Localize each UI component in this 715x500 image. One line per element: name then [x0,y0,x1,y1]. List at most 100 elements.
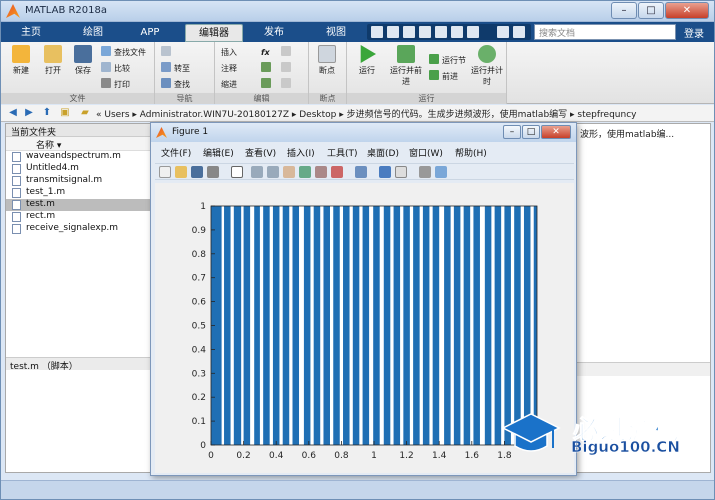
close-button[interactable]: ✕ [665,2,709,19]
tab-editor[interactable]: 编辑器 [185,24,243,42]
breadcrumb[interactable]: « Users ▸ Administrator.WIN7U-20180127Z … [96,107,686,120]
fx-button[interactable]: fx [261,46,270,59]
file-list-item[interactable]: test.m [6,199,152,211]
dropdown-icon[interactable] [513,26,525,38]
bar [383,206,391,445]
save-icon[interactable] [371,26,383,38]
undo-icon[interactable] [435,26,447,38]
compare-button[interactable]: 比较 [101,62,130,75]
figure-close-button[interactable]: ✕ [541,125,571,139]
find-button[interactable]: 查找 [161,78,190,91]
run-button[interactable]: 运行 [351,45,383,76]
help-icon[interactable] [497,26,509,38]
outdent-button[interactable] [281,78,294,91]
indent-toggle-button[interactable] [261,78,274,91]
open-icon[interactable] [175,166,187,178]
paste-icon[interactable] [419,26,431,38]
menu-window[interactable]: 窗口(W) [409,146,443,159]
current-folder-panel: 当前文件夹 名称 ▾ waveandspectrum.m Untitled4.m t… [5,123,153,473]
search-input[interactable]: 搜索文档 [534,24,676,40]
figure-minimize-button[interactable]: – [503,125,521,139]
link-icon[interactable] [355,166,367,178]
menu-file[interactable]: 文件(F) [161,146,191,159]
y-tick-label: 0.9 [192,226,207,236]
menu-help[interactable]: 帮助(H) [455,146,487,159]
new-figure-icon[interactable] [159,166,171,178]
breakpoints-button[interactable]: 断点 [311,45,343,76]
redo-icon[interactable] [451,26,463,38]
column-header-name[interactable]: 名称 ▾ [6,137,152,151]
m-file-icon [12,152,21,162]
x-tick-label: 1 [371,451,377,461]
menu-view[interactable]: 查看(V) [245,146,276,159]
bar [432,206,440,445]
rotate-icon[interactable] [299,166,311,178]
forward-arrow-icon[interactable]: ▶ [23,107,35,119]
run-section-button[interactable]: 运行节 [429,54,466,67]
tab-apps[interactable]: APP [128,24,172,42]
title-bar: MATLAB R2018a – □ ✕ [1,1,714,22]
new-button[interactable]: 新建 [5,45,37,76]
print-button[interactable]: 打印 [101,78,130,91]
hide-plot-tools-icon[interactable] [419,166,431,178]
tab-plots[interactable]: 绘图 [71,24,115,42]
find-files-icon [101,46,111,56]
ribbon-group-navigate: 转至 查找 导航 [155,42,215,104]
print-icon[interactable] [207,166,219,178]
figure-toolbar [155,163,574,180]
run-advance-icon [397,45,415,63]
matlab-window: MATLAB R2018a – □ ✕ 主页 绘图 APP 编辑器 发布 视图 … [0,0,715,500]
pointer-icon[interactable] [231,166,243,178]
back-forward-button[interactable] [161,46,174,59]
menu-edit[interactable]: 编辑(E) [203,146,234,159]
pan-icon[interactable] [283,166,295,178]
open-button[interactable]: 打开 [37,45,69,76]
menu-desktop[interactable]: 桌面(D) [367,146,399,159]
goto-button[interactable]: 转至 [161,62,190,75]
file-list-item[interactable]: transmitsignal.m [6,175,152,187]
save-button[interactable]: 保存 [67,45,99,76]
up-folder-icon[interactable]: ⬆ [41,107,53,119]
find-files-button[interactable]: 查找文件 [101,46,146,59]
switch-windows-icon[interactable] [467,26,479,38]
copy-icon[interactable] [403,26,415,38]
editor-tab-text: 波形，使用matlab编... [580,130,675,140]
login-button[interactable]: 登录 [680,25,708,40]
wrap-button[interactable] [281,62,294,75]
zoom-out-icon[interactable] [267,166,279,178]
back-arrow-icon[interactable]: ◀ [7,107,19,119]
advance-button[interactable]: 前进 [429,70,458,83]
show-plot-tools-icon[interactable] [435,166,447,178]
data-cursor-icon[interactable] [315,166,327,178]
file-list-item[interactable]: waveandspectrum.m [6,151,152,163]
menu-insert[interactable]: 插入(I) [287,146,315,159]
brush-icon[interactable] [331,166,343,178]
browse-folder-icon[interactable]: ▣ [59,107,71,119]
comment-button[interactable]: 注释 [221,62,237,75]
group-label-breakpoints: 断点 [309,93,346,104]
insert-button[interactable]: 插入 [221,46,237,59]
colorbar-icon[interactable] [379,166,391,178]
file-list-item[interactable]: rect.m [6,211,152,223]
figure-maximize-button[interactable]: □ [522,125,540,139]
maximize-button[interactable]: □ [638,2,664,19]
tab-publish[interactable]: 发布 [252,24,296,42]
run-and-time-button[interactable]: 运行并计时 [469,45,505,87]
file-name: receive_signalexp.m [26,223,119,233]
menu-tools[interactable]: 工具(T) [327,146,358,159]
cut-icon[interactable] [387,26,399,38]
zoom-in-icon[interactable] [251,166,263,178]
legend-icon[interactable] [395,166,407,178]
tab-view[interactable]: 视图 [314,24,358,42]
file-list-item[interactable]: test_1.m [6,187,152,199]
file-list-item[interactable]: receive_signalexp.m [6,223,152,235]
comment-toggle-button[interactable] [261,62,274,75]
tab-home[interactable]: 主页 [9,24,53,42]
file-list-item[interactable]: Untitled4.m [6,163,152,175]
save-icon[interactable] [191,166,203,178]
ribbon-group-breakpoints: 断点 断点 [309,42,347,104]
insert-option-button[interactable] [281,46,294,59]
run-and-advance-button[interactable]: 运行并前进 [387,45,425,87]
minimize-button[interactable]: – [611,2,637,19]
indent-button[interactable]: 缩进 [221,78,237,91]
